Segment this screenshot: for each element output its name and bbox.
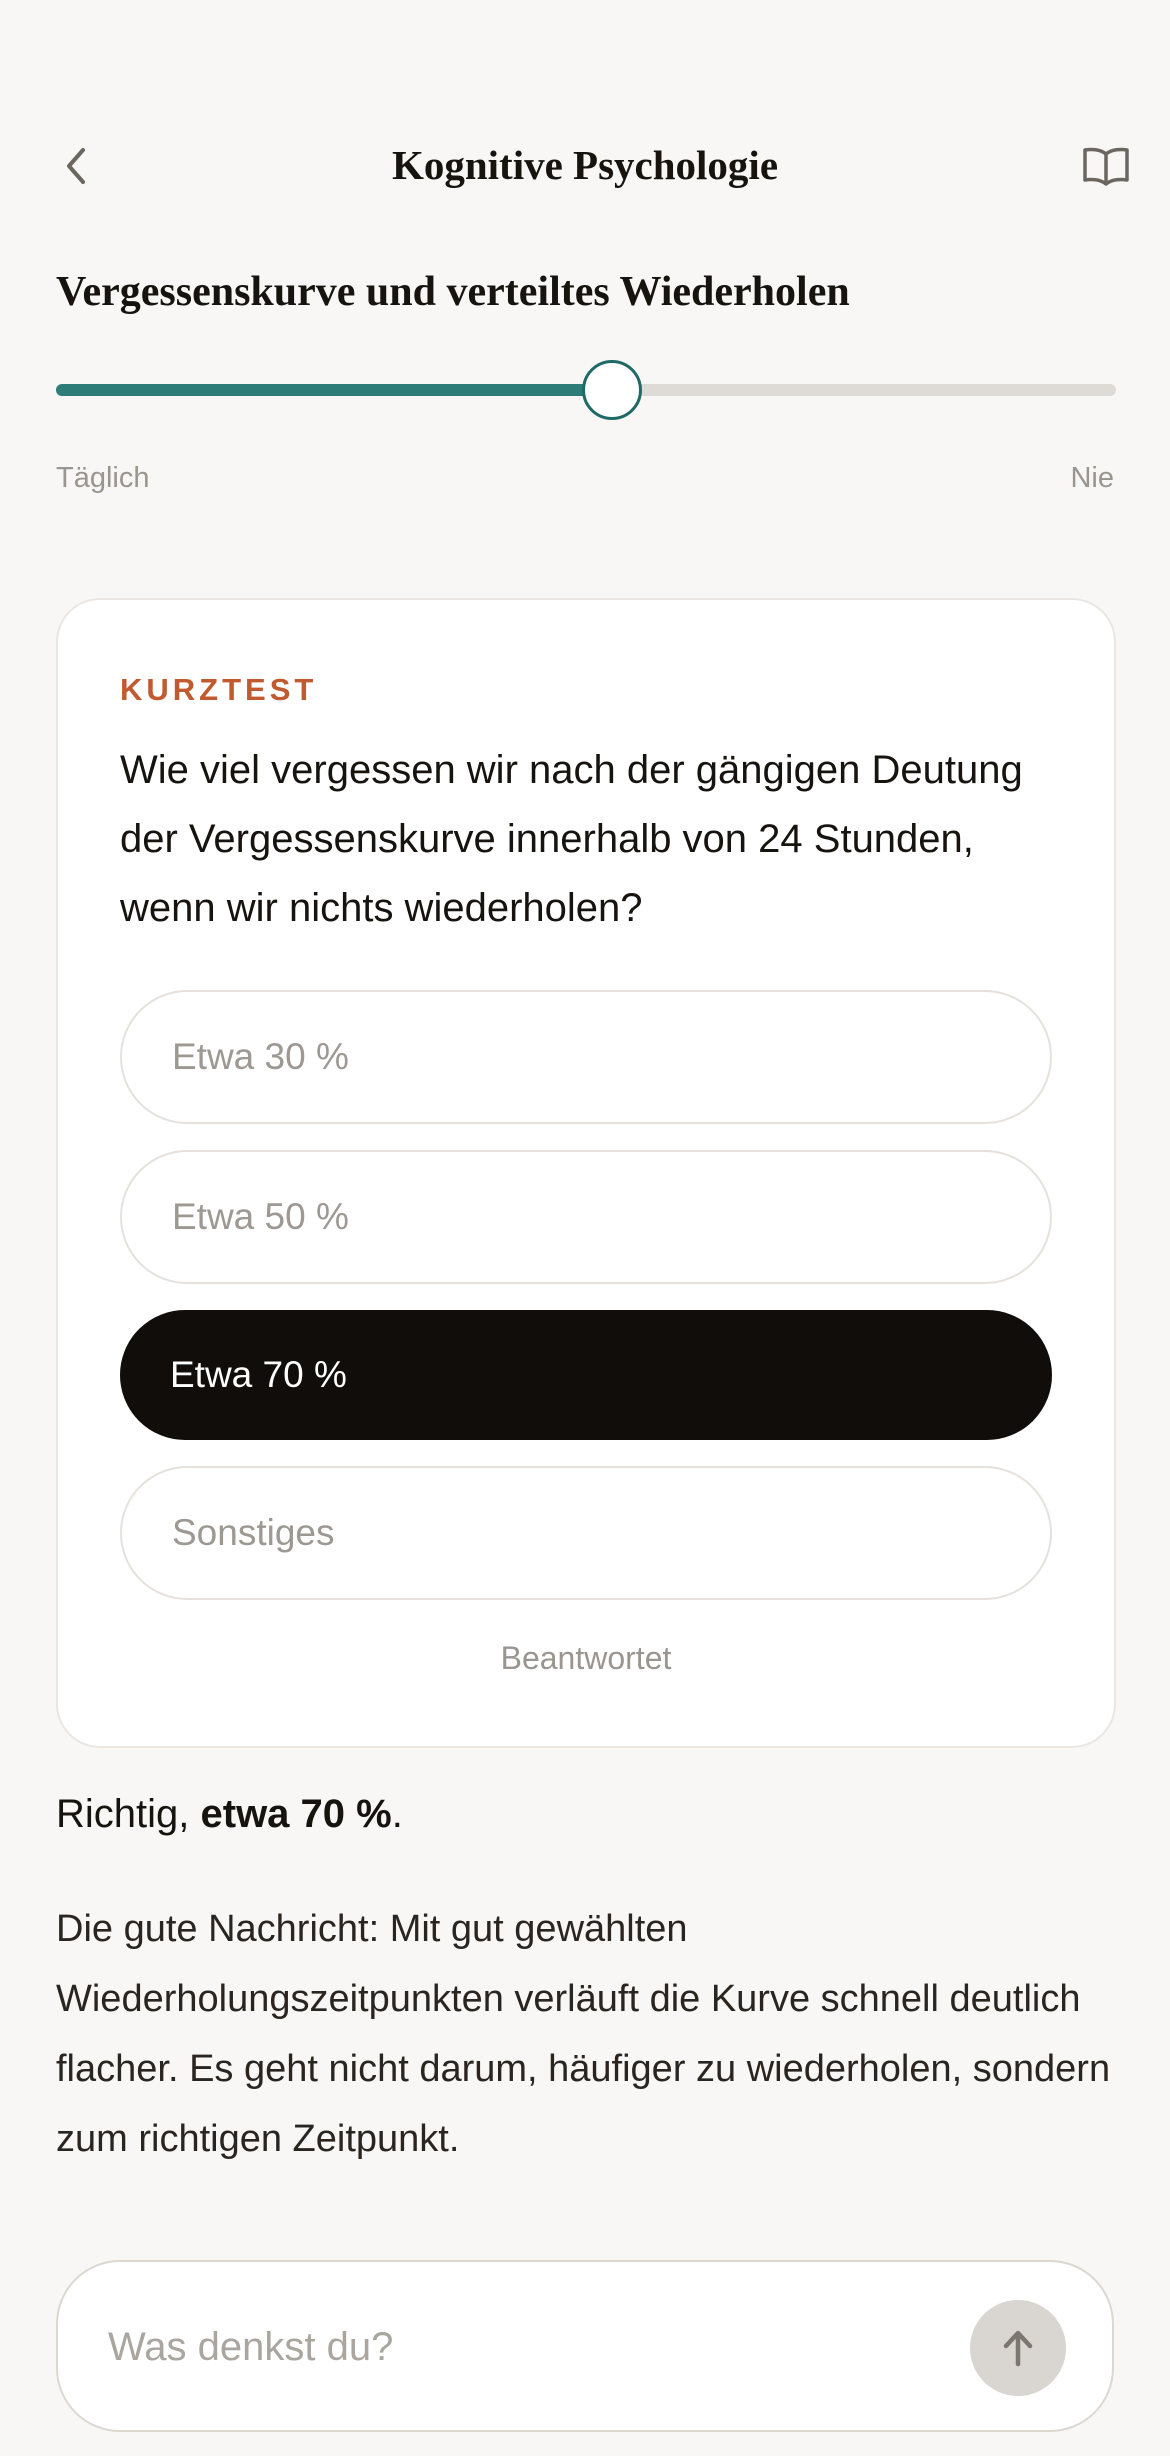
quiz-option[interactable]: Sonstiges [120, 1466, 1052, 1600]
feedback-answer: etwa 70 % [200, 1792, 392, 1836]
slider-max-label: Nie [1070, 462, 1114, 494]
top-bar: Kognitive Psychologie [0, 120, 1170, 210]
quiz-option[interactable]: Etwa 50 % [120, 1150, 1052, 1284]
feedback-prefix: Richtig, [56, 1792, 201, 1836]
quiz-question: Wie viel vergessen wir nach der gängigen… [120, 748, 1023, 930]
quiz-option[interactable]: Etwa 30 % [120, 990, 1052, 1124]
quiz-card: KURZTEST Wie viel vergessen wir nach der… [56, 598, 1116, 1748]
quiz-tag: KURZTEST [120, 672, 318, 707]
feedback-suffix: . [391, 1792, 403, 1836]
explanation-text: Die gute Nachricht: Mit gut gewählten Wi… [56, 1908, 1111, 2160]
open-book-button[interactable] [1078, 140, 1134, 192]
lesson-title: Vergessenskurve und verteiltes Wiederhol… [56, 269, 850, 315]
message-input[interactable] [106, 2262, 970, 2432]
page-title: Kognitive Psychologie [391, 142, 779, 188]
quiz-status: Beantwortet [500, 1640, 672, 1676]
book-open-icon [1083, 147, 1129, 186]
message-composer [56, 2260, 1114, 2432]
arrow-up-icon [1003, 2330, 1033, 2367]
slider-thumb[interactable] [582, 360, 642, 420]
send-button[interactable] [970, 2300, 1066, 2396]
slider-fill [56, 384, 611, 396]
slider-min-label: Täglich [56, 462, 150, 494]
frequency-slider[interactable] [56, 360, 1116, 420]
quiz-option-selected[interactable]: Etwa 70 % [120, 1310, 1052, 1440]
answer-feedback: Richtig, etwa 70 %. [56, 1792, 403, 1837]
